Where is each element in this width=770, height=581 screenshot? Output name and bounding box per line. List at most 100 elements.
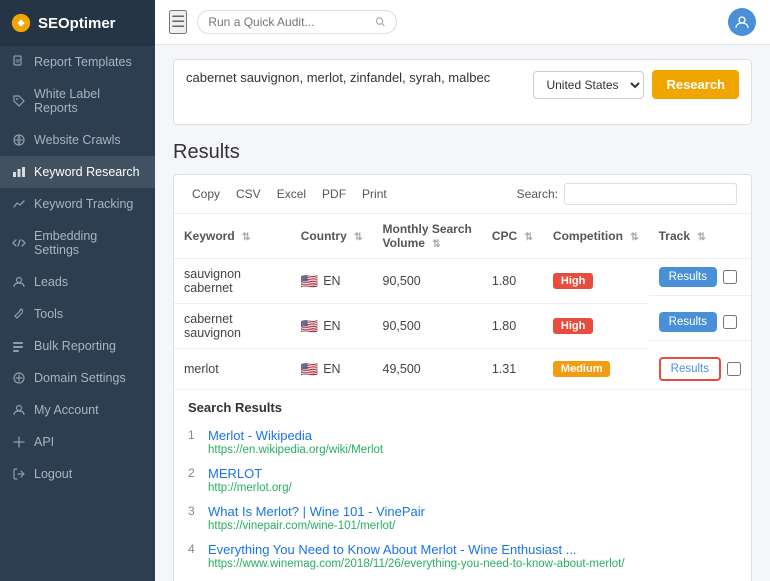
col-country[interactable]: Country ⇅	[291, 214, 373, 259]
sidebar-label-bulk-reporting: Bulk Reporting	[34, 339, 116, 353]
cell-volume: 49,500	[373, 349, 482, 390]
sidebar-label-domain-settings: Domain Settings	[34, 371, 126, 385]
sidebar-item-api[interactable]: API	[0, 426, 155, 458]
sr-row: 1 Merlot - Wikipedia https://en.wikipedi…	[188, 428, 737, 456]
sr-number: 2	[188, 466, 202, 480]
cell-volume: 90,500	[373, 304, 482, 349]
keywords-table: Keyword ⇅ Country ⇅ Monthly SearchVolume…	[174, 214, 751, 390]
logo[interactable]: SEOptimer	[0, 0, 155, 46]
search-results-list: 1 Merlot - Wikipedia https://en.wikipedi…	[188, 423, 737, 581]
tools-icon	[12, 307, 26, 321]
sr-content: MERLOT http://merlot.org/	[208, 466, 292, 494]
research-button[interactable]: Research	[652, 70, 739, 99]
results-card: Copy CSV Excel PDF Print Search:	[173, 174, 752, 581]
topbar: ☰	[155, 0, 770, 45]
cell-country: 🇺🇸 EN	[291, 349, 373, 390]
search-result-item: 4 Everything You Need to Know About Merl…	[188, 537, 737, 575]
sidebar-label-leads: Leads	[34, 275, 68, 289]
sidebar-item-report-templates[interactable]: Report Templates	[0, 46, 155, 78]
sr-content: What Is Merlot? | Wine 101 - VinePair ht…	[208, 504, 425, 532]
keywords-textarea[interactable]: cabernet sauvignon, merlot, zinfandel, s…	[186, 70, 523, 114]
export-excel[interactable]: Excel	[273, 185, 310, 203]
cell-country: 🇺🇸 EN	[291, 304, 373, 349]
export-print[interactable]: Print	[358, 185, 391, 203]
sr-title[interactable]: What Is Merlot? | Wine 101 - VinePair	[208, 504, 425, 519]
country-flag: 🇺🇸	[301, 361, 318, 378]
export-pdf[interactable]: PDF	[318, 185, 350, 203]
sidebar-item-keyword-research[interactable]: Keyword Research	[0, 156, 155, 188]
file-icon	[12, 55, 26, 69]
export-csv[interactable]: CSV	[232, 185, 265, 203]
table-search-input[interactable]	[564, 183, 737, 205]
sidebar-label-report-templates: Report Templates	[34, 55, 132, 69]
export-buttons: Copy CSV Excel PDF Print	[188, 185, 391, 203]
main-content: ☰ cabernet sauvignon, merlot, zinfandel,…	[155, 0, 770, 581]
api-icon	[12, 435, 26, 449]
sidebar-item-tools[interactable]: Tools	[0, 298, 155, 330]
results-button[interactable]: Results	[659, 267, 717, 287]
tracking-icon	[12, 197, 26, 211]
competition-badge: High	[553, 273, 593, 289]
quick-audit-input[interactable]	[208, 15, 369, 29]
col-volume[interactable]: Monthly SearchVolume ⇅	[373, 214, 482, 259]
sidebar-label-my-account: My Account	[34, 403, 99, 417]
sr-title[interactable]: MERLOT	[208, 466, 292, 481]
sidebar: SEOptimer Report Templates White Label R…	[0, 0, 155, 581]
sr-title[interactable]: Everything You Need to Know About Merlot…	[208, 542, 625, 557]
tag-icon	[12, 94, 26, 108]
col-keyword[interactable]: Keyword ⇅	[174, 214, 291, 259]
country-flag: 🇺🇸	[301, 318, 318, 335]
hamburger-button[interactable]: ☰	[169, 10, 187, 34]
cell-competition: High	[543, 304, 649, 349]
audit-input-box: cabernet sauvignon, merlot, zinfandel, s…	[173, 59, 752, 125]
quick-audit-search[interactable]	[197, 10, 397, 34]
results-button[interactable]: Results	[659, 357, 721, 381]
track-checkbox[interactable]	[723, 270, 737, 284]
sidebar-item-leads[interactable]: Leads	[0, 266, 155, 298]
sidebar-item-bulk-reporting[interactable]: Bulk Reporting	[0, 330, 155, 362]
search-result-item: 2 MERLOT http://merlot.org/	[188, 461, 737, 499]
sidebar-label-embedding: Embedding Settings	[34, 229, 143, 257]
country-flag: 🇺🇸	[301, 273, 318, 290]
table-row: sauvignon cabernet 🇺🇸EN 90,500 1.80 High…	[174, 259, 751, 304]
track-checkbox[interactable]	[727, 362, 741, 376]
country-code: EN	[323, 362, 340, 376]
results-button[interactable]: Results	[659, 312, 717, 332]
user-avatar[interactable]	[728, 8, 756, 36]
competition-badge: High	[553, 318, 593, 334]
cell-competition: High	[543, 259, 649, 304]
sidebar-item-website-crawls[interactable]: Website Crawls	[0, 124, 155, 156]
account-icon	[12, 403, 26, 417]
export-copy[interactable]: Copy	[188, 185, 224, 203]
sr-content: Merlot - Wikipedia https://en.wikipedia.…	[208, 428, 383, 456]
search-result-item: 5 Merlot | Wine Folly https://winefolly.…	[188, 575, 737, 581]
sr-content: Everything You Need to Know About Merlot…	[208, 542, 625, 570]
leads-icon	[12, 275, 26, 289]
sidebar-item-domain-settings[interactable]: Domain Settings	[0, 362, 155, 394]
sidebar-label-website-crawls: Website Crawls	[34, 133, 121, 147]
search-results-section: Search Results 1 Merlot - Wikipedia http…	[174, 390, 751, 581]
sidebar-item-logout[interactable]: Logout	[0, 458, 155, 490]
sidebar-item-embedding-settings[interactable]: Embedding Settings	[0, 220, 155, 266]
sr-url: https://vinepair.com/wine-101/merlot/	[208, 520, 425, 532]
col-track[interactable]: Track ⇅	[649, 214, 751, 259]
audit-box-controls: United States Research	[533, 70, 739, 99]
sr-row: 4 Everything You Need to Know About Merl…	[188, 542, 737, 570]
col-competition[interactable]: Competition ⇅	[543, 214, 649, 259]
results-title: Results	[173, 141, 752, 164]
track-checkbox[interactable]	[723, 315, 737, 329]
country-select[interactable]: United States	[533, 71, 644, 99]
search-result-item: 1 Merlot - Wikipedia https://en.wikipedi…	[188, 423, 737, 461]
sidebar-item-my-account[interactable]: My Account	[0, 394, 155, 426]
sr-title[interactable]: Merlot - Wikipedia	[208, 428, 383, 443]
sidebar-item-keyword-tracking[interactable]: Keyword Tracking	[0, 188, 155, 220]
country-code: EN	[323, 319, 340, 333]
sidebar-item-white-label-reports[interactable]: White Label Reports	[0, 78, 155, 124]
sr-row: 3 What Is Merlot? | Wine 101 - VinePair …	[188, 504, 737, 532]
sr-url: https://www.winemag.com/2018/11/26/every…	[208, 558, 625, 570]
sr-url: https://en.wikipedia.org/wiki/Merlot	[208, 444, 383, 456]
export-row: Copy CSV Excel PDF Print Search:	[174, 175, 751, 214]
table-row: merlot 🇺🇸EN 49,500 1.31 Medium Results	[174, 349, 751, 390]
results-section: Results Copy CSV Excel PDF Print Search:	[173, 141, 752, 581]
col-cpc[interactable]: CPC ⇅	[482, 214, 543, 259]
